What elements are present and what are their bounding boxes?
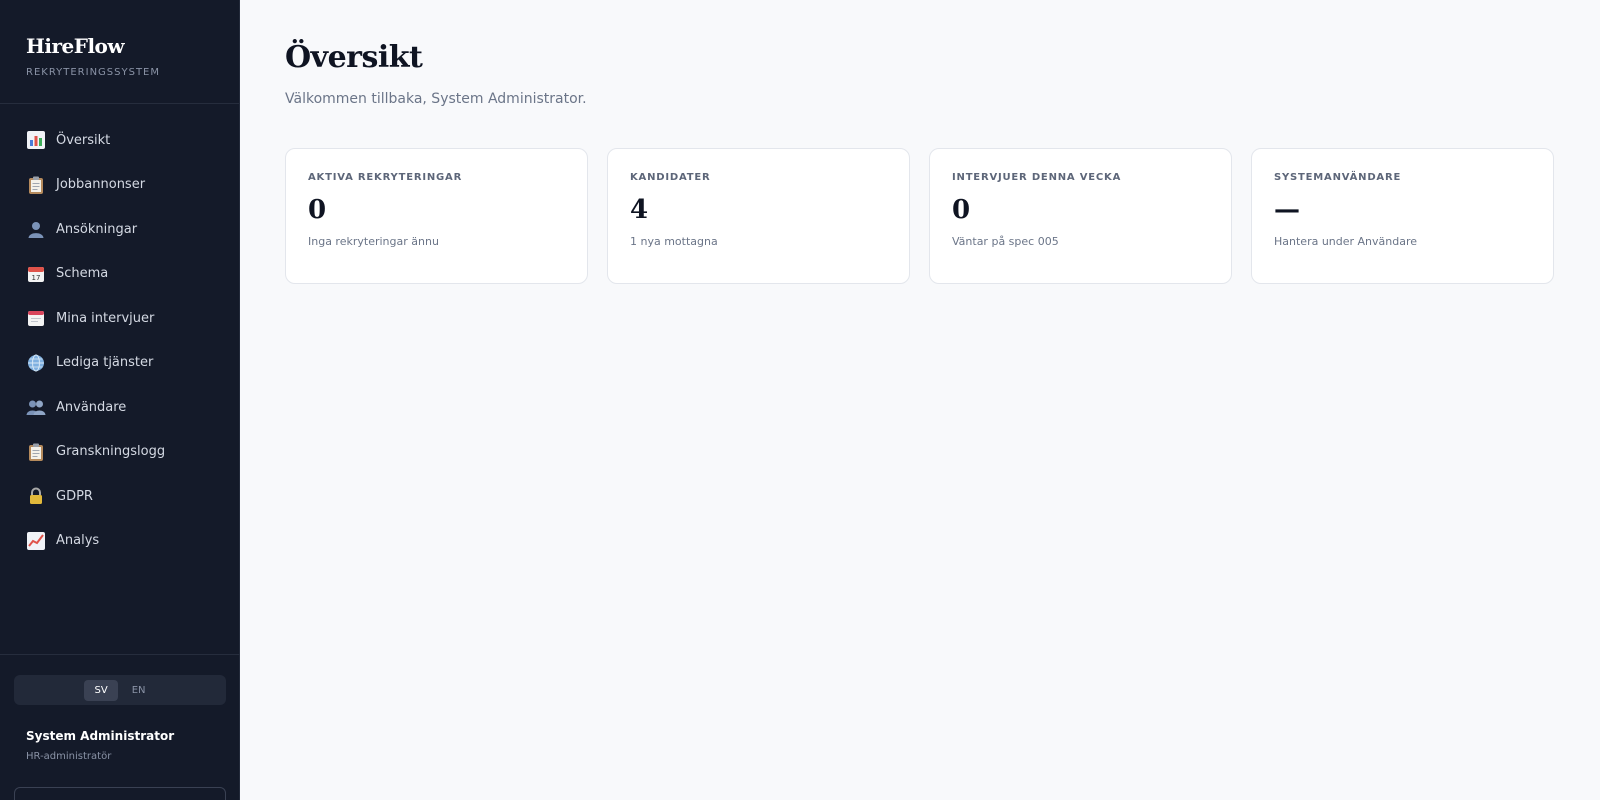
- sidebar-nav: Översikt Jobbannonser Ansökningar 17 Sch…: [0, 118, 240, 563]
- sidebar-item-ansokningar[interactable]: Ansökningar: [0, 207, 240, 252]
- sidebar-item-lediga-tjanster[interactable]: Lediga tjänster: [0, 341, 240, 386]
- sidebar-action-button[interactable]: [14, 787, 226, 800]
- sidebar-item-jobbannonser[interactable]: Jobbannonser: [0, 163, 240, 208]
- stat-card-caption: Hantera under Användare: [1274, 235, 1418, 248]
- sidebar-item-label: Granskningslogg: [56, 444, 166, 460]
- stat-card-label: INTERVJUER DENNA VECKA: [952, 172, 1122, 183]
- user-role: HR-administratör: [26, 751, 112, 762]
- sidebar-item-anvandare[interactable]: Användare: [0, 385, 240, 430]
- stat-card-label: KANDIDATER: [630, 172, 711, 183]
- sidebar: HireFlow REKRYTERINGSSYSTEM Översikt Job…: [0, 0, 240, 800]
- sidebar-item-label: Översikt: [56, 132, 111, 148]
- stat-cards: AKTIVA REKRYTERINGAR 0 Inga rekryteringa…: [285, 148, 1554, 284]
- sidebar-item-label: Ansökningar: [56, 221, 138, 237]
- sidebar-item-oversikt[interactable]: Översikt: [0, 118, 240, 163]
- sidebar-item-gdpr[interactable]: GDPR: [0, 474, 240, 519]
- stat-card-label: SYSTEMANVÄNDARE: [1274, 172, 1402, 183]
- sidebar-item-label: Användare: [56, 399, 127, 415]
- stat-card-candidates: KANDIDATER 4 1 nya mottagna: [607, 148, 910, 284]
- globe-icon: [26, 353, 46, 373]
- lock-icon: [26, 486, 46, 506]
- tear-off-calendar-icon: [26, 308, 46, 328]
- sidebar-item-mina-intervjuer[interactable]: Mina intervjuer: [0, 296, 240, 341]
- sidebar-item-label: Mina intervjuer: [56, 310, 155, 326]
- stat-card-value: —: [1274, 195, 1300, 225]
- sidebar-item-granskningslogg[interactable]: Granskningslogg: [0, 430, 240, 475]
- svg-text:17: 17: [32, 274, 41, 282]
- language-toggle: SV EN: [14, 675, 226, 705]
- sidebar-footer: SV EN System Administrator HR-administra…: [0, 654, 240, 800]
- sidebar-item-label: Schema: [56, 266, 109, 282]
- language-sv-button[interactable]: SV: [84, 679, 118, 701]
- sidebar-item-label: Jobbannonser: [56, 177, 146, 193]
- trend-chart-icon: [26, 531, 46, 551]
- bar-chart-icon: [26, 130, 46, 150]
- person-icon: [26, 219, 46, 239]
- stat-card-active-recruitments: AKTIVA REKRYTERINGAR 0 Inga rekryteringa…: [285, 148, 588, 284]
- language-en-button[interactable]: EN: [122, 680, 156, 701]
- stat-card-system-users: SYSTEMANVÄNDARE — Hantera under Användar…: [1251, 148, 1554, 284]
- sidebar-item-label: Analys: [56, 533, 100, 549]
- main-content: Översikt Välkommen tillbaka, System Admi…: [240, 0, 1600, 800]
- sidebar-item-analys[interactable]: Analys: [0, 519, 240, 564]
- welcome-text: Välkommen tillbaka, System Administrator…: [285, 91, 587, 107]
- sidebar-item-label: Lediga tjänster: [56, 355, 154, 371]
- brand-subtitle: REKRYTERINGSSYSTEM: [26, 67, 161, 78]
- brand-name[interactable]: HireFlow: [26, 34, 213, 58]
- people-icon: [26, 397, 46, 417]
- clipboard-icon: [26, 442, 46, 462]
- stat-card-label: AKTIVA REKRYTERINGAR: [308, 172, 463, 183]
- sidebar-item-label: GDPR: [56, 488, 93, 504]
- stat-card-value: 0: [308, 195, 327, 225]
- clipboard-icon: [26, 175, 46, 195]
- stat-card-caption: Väntar på spec 005: [952, 235, 1059, 248]
- calendar-icon: 17: [26, 264, 46, 284]
- stat-card-caption: Inga rekryteringar ännu: [308, 235, 439, 248]
- page-title: Översikt: [285, 40, 423, 75]
- brand: HireFlow REKRYTERINGSSYSTEM: [0, 0, 239, 104]
- user-name: System Administrator: [26, 729, 175, 743]
- stat-card-interviews-this-week: INTERVJUER DENNA VECKA 0 Väntar på spec …: [929, 148, 1232, 284]
- stat-card-caption: 1 nya mottagna: [630, 235, 718, 248]
- stat-card-value: 0: [952, 195, 971, 225]
- sidebar-item-schema[interactable]: 17 Schema: [0, 252, 240, 297]
- stat-card-value: 4: [630, 195, 649, 225]
